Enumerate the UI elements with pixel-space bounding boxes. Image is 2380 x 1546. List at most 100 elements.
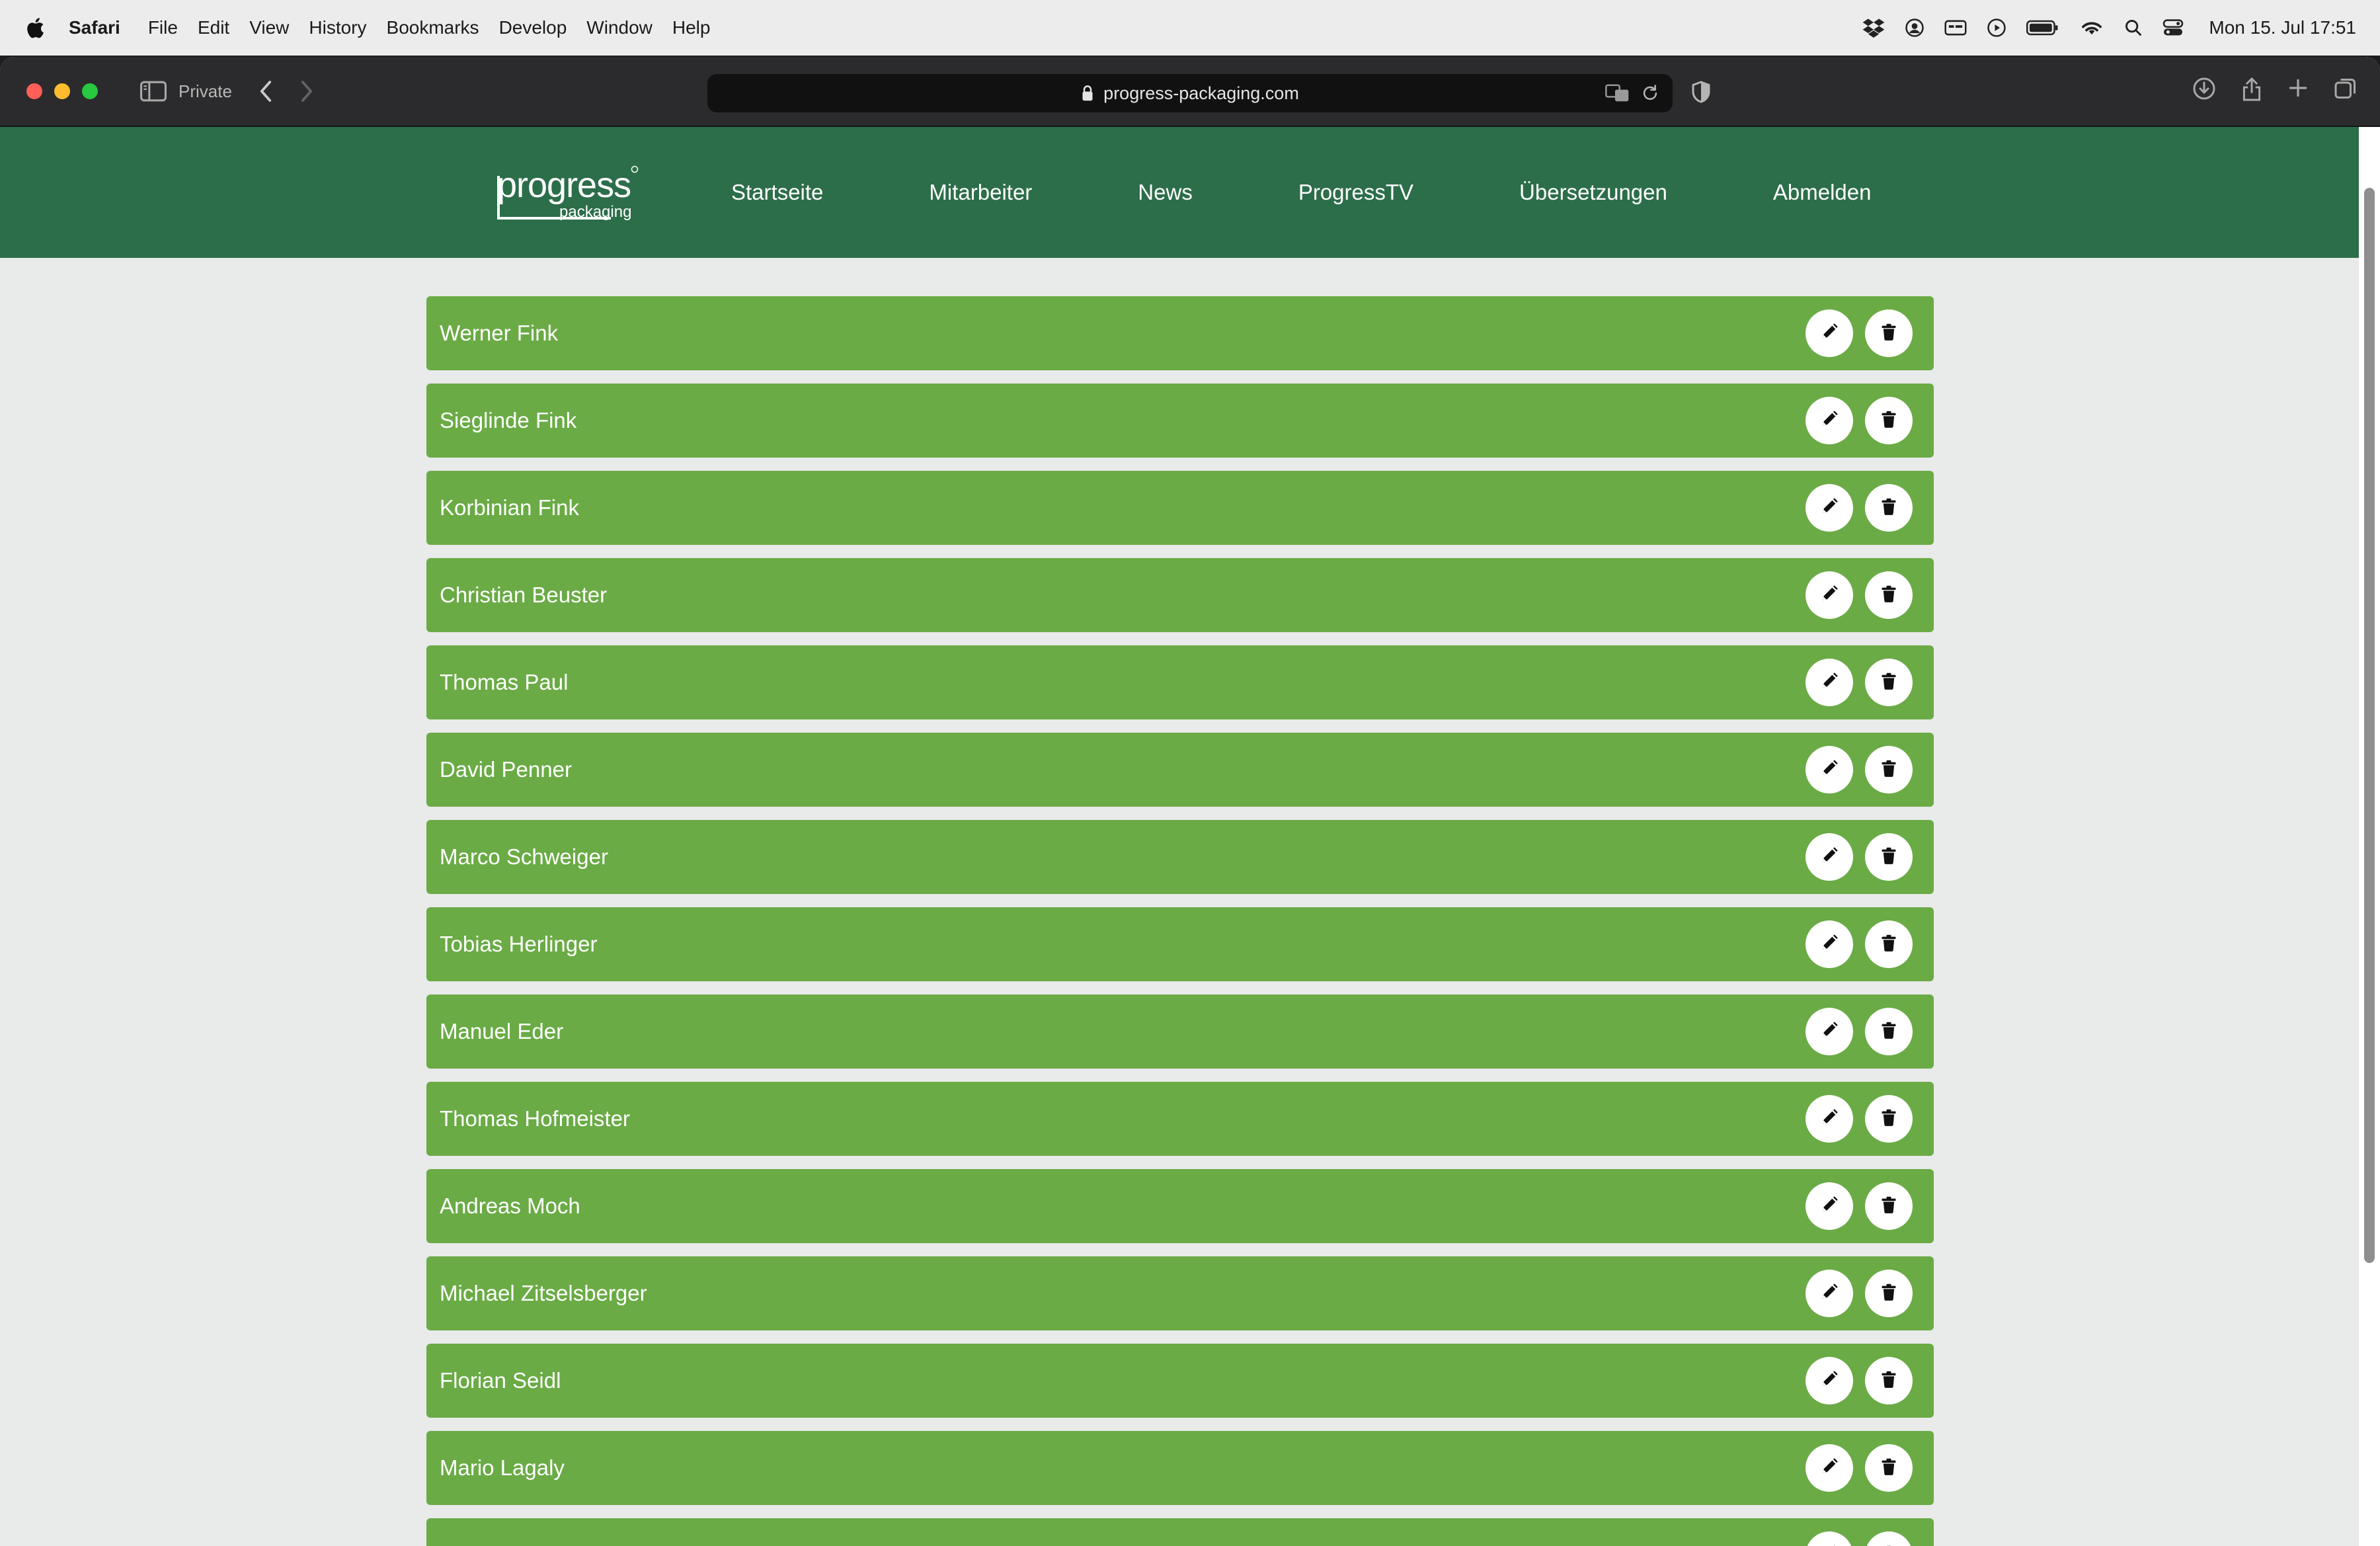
nav-progresstv[interactable]: ProgressTV [1298,180,1413,205]
edit-button[interactable] [1805,484,1853,532]
macos-menubar: Safari File Edit View History Bookmarks … [0,0,2380,56]
scrollbar-thumb[interactable] [2364,188,2375,1263]
dropbox-icon[interactable] [1862,18,1885,38]
edit-button[interactable] [1805,659,1853,706]
employee-row[interactable]: Werner Fink [426,296,1934,370]
employee-row[interactable]: Sieglinde Fink [426,384,1934,458]
wifi-icon[interactable] [2079,18,2104,38]
employee-name: Korbinian Fink [440,495,579,520]
privacy-shield-icon[interactable] [1691,81,1711,103]
play-circle-icon[interactable] [1987,18,2006,38]
menu-history[interactable]: History [309,17,366,38]
edit-button[interactable] [1805,1182,1853,1230]
edit-button[interactable] [1805,1008,1853,1055]
back-arrow-icon[interactable] [258,80,273,102]
menu-window[interactable]: Window [586,17,653,38]
nav-uebersetzungen[interactable]: Übersetzungen [1519,180,1667,205]
delete-button[interactable] [1865,484,1913,532]
employee-row[interactable]: Korbinian Fink [426,471,1934,545]
reload-icon[interactable] [1641,83,1659,103]
edit-button[interactable] [1805,1095,1853,1143]
trash-icon [1880,1108,1898,1131]
delete-button[interactable] [1865,1182,1913,1230]
edit-button[interactable] [1805,746,1853,793]
menu-file[interactable]: File [148,17,178,38]
delete-button[interactable] [1865,1444,1913,1492]
delete-button[interactable] [1865,920,1913,968]
progress-packaging-logo[interactable]: progress packaging [495,165,641,222]
close-window-button[interactable] [26,83,42,99]
pencil-icon [1819,1020,1839,1043]
employee-row[interactable]: Mario Lagaly [426,1431,1934,1505]
delete-button[interactable] [1865,1095,1913,1143]
minimize-window-button[interactable] [54,83,70,99]
employee-row[interactable]: Thomas Hofmeister [426,1082,1934,1156]
pencil-icon [1819,1369,1839,1393]
delete-button[interactable] [1865,571,1913,619]
employee-name: Sieglinde Fink [440,408,577,432]
employee-row[interactable]: Michael Zitselsberger [426,1256,1934,1330]
nav-startseite[interactable]: Startseite [731,180,823,205]
pencil-icon [1819,758,1839,782]
employee-row[interactable]: Florian Seidl [426,1344,1934,1418]
tab-overview-icon[interactable] [2334,77,2358,101]
edit-button[interactable] [1805,1444,1853,1492]
delete-button[interactable] [1865,833,1913,881]
delete-button[interactable] [1865,309,1913,357]
nav-abmelden[interactable]: Abmelden [1773,180,1872,205]
menu-edit[interactable]: Edit [198,17,229,38]
employee-row[interactable]: Christian Beuster [426,558,1934,632]
nav-mitarbeiter[interactable]: Mitarbeiter [929,180,1032,205]
trash-icon [1880,1195,1898,1218]
employee-row[interactable]: Thomas Paul [426,645,1934,719]
menubar-clock[interactable]: Mon 15. Jul 17:51 [2209,17,2356,38]
edit-button[interactable] [1805,1531,1853,1546]
translate-icon[interactable] [1605,83,1630,103]
delete-button[interactable] [1865,1357,1913,1404]
delete-button[interactable] [1865,397,1913,444]
edit-button[interactable] [1805,833,1853,881]
menu-develop[interactable]: Develop [499,17,567,38]
menu-bookmarks[interactable]: Bookmarks [387,17,479,38]
employee-row[interactable]: Andreas Moch [426,1169,1934,1243]
menu-app-safari[interactable]: Safari [69,17,120,38]
nav-news[interactable]: News [1138,180,1193,205]
delete-button[interactable] [1865,1270,1913,1317]
edit-button[interactable] [1805,571,1853,619]
delete-button[interactable] [1865,746,1913,793]
employee-row[interactable]: Manuel Eder [426,995,1934,1069]
employee-row[interactable]: Marco Schweiger [426,820,1934,894]
edit-button[interactable] [1805,1357,1853,1404]
control-center-icon[interactable] [2162,19,2184,37]
edit-button[interactable] [1805,920,1853,968]
apple-icon[interactable] [24,15,49,41]
employee-name: Werner Fink [440,321,559,345]
zoom-window-button[interactable] [82,83,98,99]
delete-button[interactable] [1865,1008,1913,1055]
employee-row[interactable]: David Penner [426,733,1934,807]
downloads-icon[interactable] [2192,77,2216,101]
spotlight-search-icon[interactable] [2124,19,2143,37]
delete-button[interactable] [1865,659,1913,706]
edit-button[interactable] [1805,397,1853,444]
new-tab-icon[interactable] [2287,77,2309,99]
forward-arrow-icon[interactable] [299,80,314,102]
address-bar[interactable]: progress-packaging.com [707,74,1673,112]
menu-help[interactable]: Help [672,17,711,38]
employee-name: Florian Seidl [440,1368,561,1393]
url-text[interactable]: progress-packaging.com [1103,83,1299,104]
menu-view[interactable]: View [249,17,289,38]
battery-icon[interactable] [2026,19,2059,36]
share-icon[interactable] [2241,77,2262,102]
employee-row[interactable] [426,1518,1934,1546]
edit-button[interactable] [1805,309,1853,357]
menu-extra-icon[interactable] [1944,19,1967,37]
edit-button[interactable] [1805,1270,1853,1317]
employee-row[interactable]: Tobias Herlinger [426,907,1934,981]
sidebar-toggle-icon[interactable] [140,81,167,102]
user-account-icon[interactable] [1905,18,1924,38]
page-scrollbar[interactable] [2359,127,2380,1546]
menu-items: Safari File Edit View History Bookmarks … [69,17,730,38]
delete-button[interactable] [1865,1531,1913,1546]
trash-icon [1880,846,1898,869]
